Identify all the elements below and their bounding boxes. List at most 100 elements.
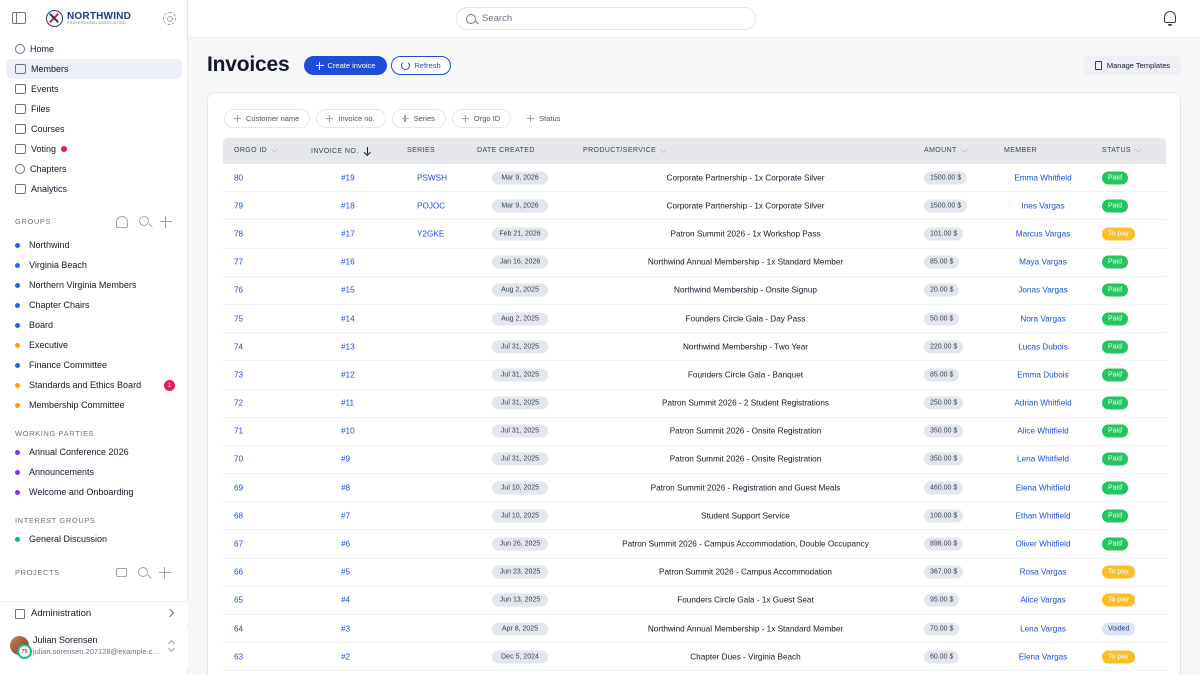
group-item[interactable]: Announcements bbox=[15, 462, 185, 482]
sidebar-item-members[interactable]: Members bbox=[6, 59, 182, 79]
search-input[interactable] bbox=[482, 13, 742, 24]
invoice-no-link[interactable]: #6 bbox=[341, 540, 350, 549]
table-row[interactable]: 67 #6 Jun 26, 2025 Patron Summit 2026 - Cam… bbox=[223, 530, 1166, 559]
invoice-no-link[interactable]: #7 bbox=[341, 511, 350, 520]
group-item[interactable]: General Discussion bbox=[15, 529, 185, 549]
group-search-icon[interactable] bbox=[139, 216, 149, 226]
member-link[interactable]: Alice Vargas bbox=[1003, 596, 1083, 605]
group-item[interactable]: Annual Conference 2026 bbox=[15, 442, 185, 462]
orgo-id-link[interactable]: 69 bbox=[234, 483, 243, 492]
invoice-no-link[interactable]: #11 bbox=[341, 399, 354, 408]
table-row[interactable]: 63 #2 Dec 5, 2024 Chapter Dues - Virginia B… bbox=[223, 643, 1166, 672]
orgo-id-link[interactable]: 80 bbox=[234, 173, 243, 182]
table-row[interactable]: 80 #19 PSWSH Mar 9, 2026 Corporate Partnersh… bbox=[223, 164, 1166, 193]
orgo-id-link[interactable]: 65 bbox=[234, 596, 243, 605]
table-row[interactable]: 64 #3 Apr 8, 2025 Northwind Annual Membersh… bbox=[223, 615, 1166, 644]
filter-chip-status[interactable]: Status bbox=[517, 109, 572, 128]
invoice-no-link[interactable]: #4 bbox=[341, 596, 350, 605]
member-link[interactable]: Lucas Dubois bbox=[1003, 342, 1083, 351]
group-item[interactable]: Executive bbox=[15, 335, 185, 355]
add-project-icon[interactable] bbox=[159, 567, 171, 579]
col-member[interactable]: MEMBER bbox=[1004, 147, 1037, 154]
member-link[interactable]: Jonas Vargas bbox=[1003, 286, 1083, 295]
invoice-no-link[interactable]: #10 bbox=[341, 427, 355, 436]
orgo-id-link[interactable]: 67 bbox=[234, 540, 243, 549]
group-item[interactable]: Standards and Ethics Board 1 bbox=[15, 375, 185, 395]
invoice-no-link[interactable]: #14 bbox=[341, 314, 355, 323]
refresh-button[interactable]: Refresh bbox=[391, 56, 451, 75]
orgo-id-link[interactable]: 68 bbox=[234, 511, 243, 520]
orgo-id-link[interactable]: 73 bbox=[234, 370, 243, 379]
orgo-id-link[interactable]: 63 bbox=[234, 652, 243, 661]
create-invoice-button[interactable]: Create invoice bbox=[304, 56, 387, 75]
filter-chip-customer-name[interactable]: Customer name bbox=[224, 109, 311, 128]
col-orgo-id[interactable]: ORGO ID bbox=[234, 145, 279, 154]
table-row[interactable]: 78 #17 Y2GKE Feb 21, 2026 Patron Summit 2026… bbox=[223, 220, 1166, 249]
table-row[interactable]: 74 #13 Jul 31, 2025 Northwind Membership - … bbox=[223, 333, 1166, 362]
member-link[interactable]: Ethan Whitfield bbox=[1003, 511, 1083, 520]
table-row[interactable]: 68 #7 Jul 10, 2025 Student Support Service 1… bbox=[223, 502, 1166, 531]
group-item[interactable]: Chapter Chairs bbox=[15, 295, 185, 315]
orgo-id-link[interactable]: 74 bbox=[234, 342, 243, 351]
sidebar-item-events[interactable]: Events bbox=[6, 79, 182, 99]
gear-icon[interactable] bbox=[163, 12, 176, 25]
invoice-no-link[interactable]: #18 bbox=[341, 201, 355, 210]
table-row[interactable]: 73 #12 Jul 31, 2025 Founders Circle Gala - … bbox=[223, 361, 1166, 390]
member-link[interactable]: Elena Vargas bbox=[1003, 652, 1083, 661]
group-item[interactable]: Northwind bbox=[15, 235, 185, 255]
group-item[interactable]: Finance Committee bbox=[15, 355, 185, 375]
col-date-created[interactable]: DATE CREATED bbox=[477, 147, 535, 154]
orgo-id-link[interactable]: 64 bbox=[234, 624, 243, 633]
project-tree-icon[interactable] bbox=[116, 568, 127, 577]
group-item[interactable]: Welcome and Onboarding bbox=[15, 482, 185, 502]
group-members-icon[interactable] bbox=[116, 216, 128, 228]
sidebar-item-courses[interactable]: Courses bbox=[6, 119, 182, 139]
invoice-no-link[interactable]: #8 bbox=[341, 483, 350, 492]
invoice-no-link[interactable]: #19 bbox=[341, 173, 355, 182]
sidebar-item-analytics[interactable]: Analytics bbox=[6, 179, 182, 199]
member-link[interactable]: Lena Whitfield bbox=[1003, 455, 1083, 464]
project-search-icon[interactable] bbox=[138, 567, 148, 577]
invoice-no-link[interactable]: #16 bbox=[341, 258, 355, 267]
invoice-no-link[interactable]: #5 bbox=[341, 568, 350, 577]
manage-templates-button[interactable]: Manage Templates bbox=[1084, 56, 1181, 75]
invoice-no-link[interactable]: #13 bbox=[341, 342, 355, 351]
table-row[interactable]: 76 #15 Aug 2, 2025 Northwind Membership - O… bbox=[223, 277, 1166, 305]
table-row[interactable]: 65 #4 Jun 13, 2025 Founders Circle Gala - 1… bbox=[223, 587, 1166, 615]
table-row[interactable]: 66 #5 Jun 23, 2025 Patron Summit 2026 - Cam… bbox=[223, 559, 1166, 587]
orgo-id-link[interactable]: 77 bbox=[234, 258, 243, 267]
col-product[interactable]: PRODUCT/SERVICE bbox=[583, 145, 668, 154]
group-item[interactable]: Board bbox=[15, 315, 185, 335]
series-link[interactable]: POJOC bbox=[417, 201, 447, 210]
table-row[interactable]: 79 #18 POJOC Mar 9, 2026 Corporate Partnersh… bbox=[223, 192, 1166, 221]
filter-chip-orgo-id[interactable]: Orgo ID bbox=[451, 109, 512, 128]
member-link[interactable]: Emma Dubois bbox=[1003, 370, 1083, 379]
sidebar-item-home[interactable]: Home bbox=[6, 39, 182, 59]
orgo-id-link[interactable]: 66 bbox=[234, 568, 243, 577]
invoice-no-link[interactable]: #9 bbox=[341, 455, 350, 464]
sidebar-item-files[interactable]: Files bbox=[6, 99, 182, 119]
member-link[interactable]: Alice Whitfield bbox=[1003, 427, 1083, 436]
member-link[interactable]: Maya Vargas bbox=[1003, 258, 1083, 267]
table-row[interactable]: 77 #16 Jan 16, 2026 Northwind Annual Member… bbox=[223, 249, 1166, 277]
filter-chip-invoice-no-[interactable]: Invoice no. bbox=[316, 109, 386, 128]
col-invoice-no[interactable]: INVOICE NO. bbox=[311, 147, 371, 155]
table-row[interactable]: 69 #8 Jul 10, 2025 Patron Summit 2026 - Reg… bbox=[223, 474, 1166, 503]
col-status[interactable]: STATUS bbox=[1102, 145, 1143, 154]
logo[interactable]: NORTHWIND PROFESSIONAL ASSOCIATION bbox=[46, 10, 131, 27]
table-row[interactable]: 75 #14 Aug 2, 2025 Founders Circle Gala - D… bbox=[223, 305, 1166, 334]
table-row[interactable]: 70 #9 Jul 31, 2025 Patron Summit 2026 - Ons… bbox=[223, 446, 1166, 475]
group-item[interactable]: Membership Committee bbox=[15, 395, 185, 415]
group-item[interactable]: Virginia Beach bbox=[15, 255, 185, 275]
table-row[interactable]: 72 #11 Jul 31, 2025 Patron Summit 2026 - 2 … bbox=[223, 390, 1166, 418]
filter-chip-series[interactable]: Series bbox=[391, 109, 446, 128]
member-link[interactable]: Emma Whitfield bbox=[1003, 173, 1083, 182]
orgo-id-link[interactable]: 72 bbox=[234, 399, 243, 408]
member-link[interactable]: Oliver Whitfield bbox=[1003, 540, 1083, 549]
invoice-no-link[interactable]: #3 bbox=[341, 624, 350, 633]
col-amount[interactable]: AMOUNT bbox=[924, 145, 968, 154]
invoice-no-link[interactable]: #17 bbox=[341, 229, 355, 238]
member-link[interactable]: Elena Whitfield bbox=[1003, 483, 1083, 492]
invoice-no-link[interactable]: #2 bbox=[341, 652, 350, 661]
member-link[interactable]: Rosa Vargas bbox=[1003, 568, 1083, 577]
